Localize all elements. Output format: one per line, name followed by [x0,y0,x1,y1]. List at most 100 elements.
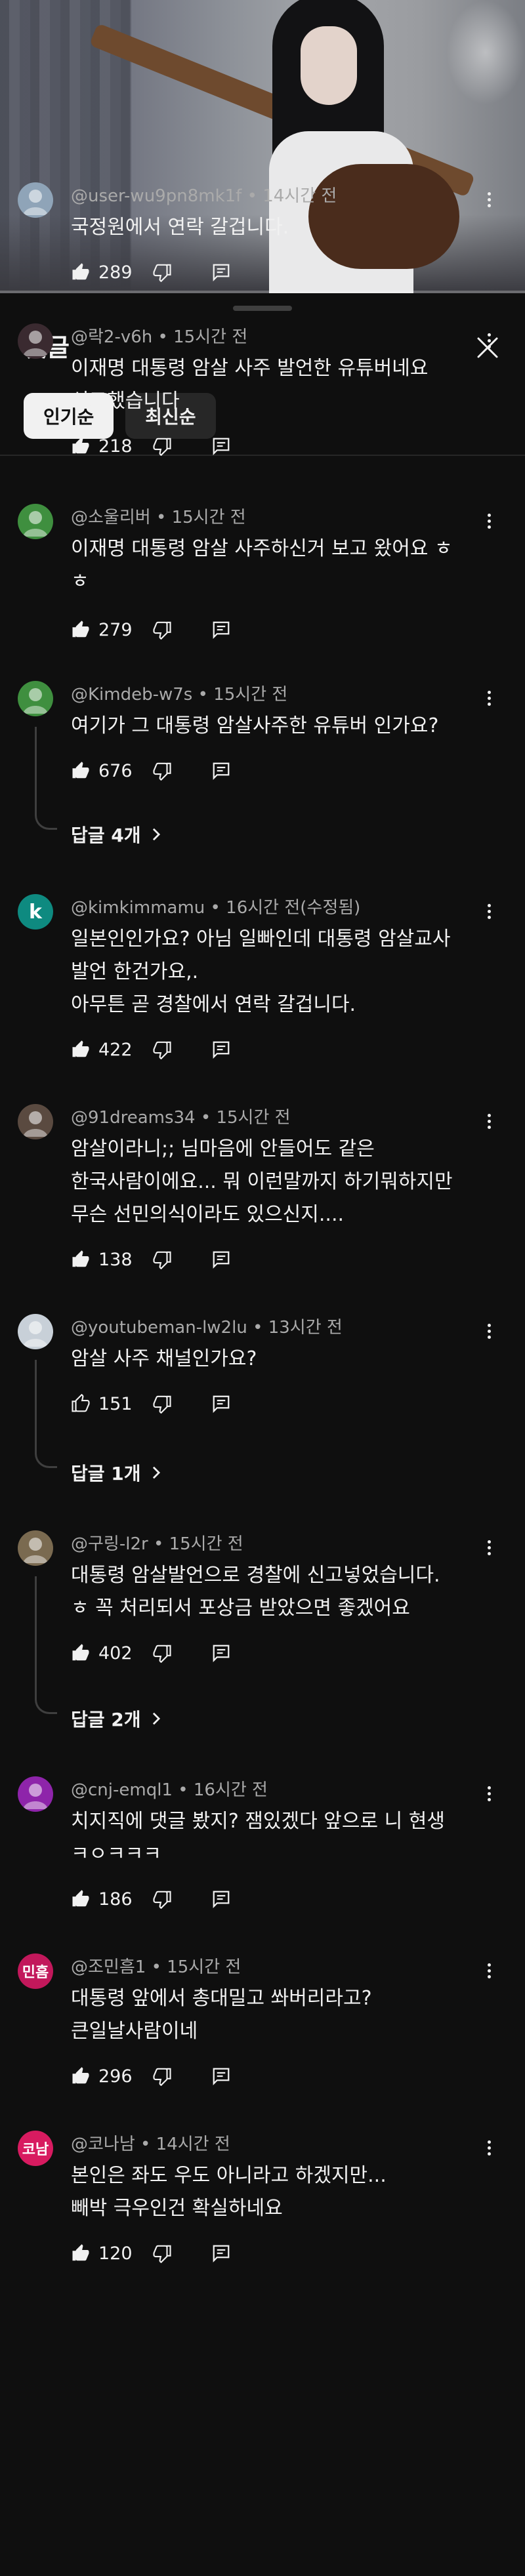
thumbs-down-icon[interactable] [152,761,172,781]
comment-author[interactable]: @youtubeman-lw2lu [71,1318,247,1338]
reply-icon[interactable] [211,2066,231,2086]
comment-avatar[interactable] [18,182,53,218]
more-options-button[interactable] [479,1108,499,1134]
comment-avatar[interactable] [18,1104,53,1139]
comment-author[interactable]: @소울리버 [71,508,151,527]
more-options-button[interactable] [479,1780,499,1807]
like-button[interactable]: 402 [71,1643,152,1664]
thumbs-down-icon[interactable] [152,2066,172,2086]
comment-author[interactable]: @구링-l2r [71,1534,148,1554]
more-options-button[interactable] [479,508,499,534]
reply-icon[interactable] [211,1250,231,1269]
reply-icon[interactable] [211,436,231,456]
comment-author[interactable]: @Kimdeb-w7s [71,685,192,705]
comment-text: 이재명 대통령 암살 사주하신거 보고 왔어요 ㅎ ㅎ [71,537,453,593]
reply-icon[interactable] [211,1643,231,1663]
thumbs-up-icon [71,1889,91,1909]
like-button[interactable]: 296 [71,2066,152,2087]
comment-author[interactable]: @91dreams34 [71,1108,196,1128]
thumbs-down-icon[interactable] [152,262,172,282]
like-button[interactable]: 289 [71,262,152,283]
comment-avatar[interactable] [18,323,53,359]
more-options-button[interactable] [479,186,499,213]
replies-label: 답글 4개 [71,825,141,846]
more-dot [487,1797,491,1801]
thumbs-down-icon[interactable] [152,2243,172,2263]
reply-icon[interactable] [211,761,231,781]
comment-avatar[interactable] [18,504,53,539]
meta-separator: • [172,1780,194,1800]
thread-curve [35,810,57,830]
video-player[interactable] [0,0,525,293]
more-options-button[interactable] [479,1318,499,1344]
comment-avatar[interactable] [18,681,53,716]
comment-author[interactable]: @조민흠1 [71,1957,146,1977]
comment-avatar[interactable] [18,1530,53,1566]
comment-time: 15시간 전 [173,327,248,347]
view-replies-button[interactable]: 답글 1개 [71,1460,162,1486]
like-button[interactable]: 186 [71,1889,152,1910]
thumbs-down-icon[interactable] [152,1394,172,1414]
more-dot [487,2140,491,2144]
thumbs-down-icon[interactable] [152,1643,172,1663]
thumbs-down-icon[interactable] [152,436,172,456]
comment-avatar[interactable] [18,1776,53,1812]
comment-meta: @youtubeman-lw2lu • 13시간 전 [71,1314,343,1338]
more-dot [487,1329,491,1333]
reply-icon[interactable] [211,1889,231,1909]
like-button[interactable]: 422 [71,1040,152,1060]
more-options-button[interactable] [479,327,499,354]
like-button[interactable]: 151 [71,1394,152,1414]
thumbs-down-icon[interactable] [152,1889,172,1909]
thumbs-down-icon[interactable] [152,1250,172,1269]
comment-meta: @구링-l2r • 15시간 전 [71,1530,243,1555]
comment-actions: 289 [71,258,231,287]
more-options-button[interactable] [479,898,499,924]
comment-time: 15시간 전 [213,685,288,705]
comment-time: 15시간 전 [167,1957,242,1977]
like-button[interactable]: 120 [71,2243,152,2264]
comment-avatar[interactable]: 코남 [18,2131,53,2166]
thumbs-down-icon[interactable] [152,620,172,640]
comment-time: 15시간 전 [216,1108,291,1128]
comment-author[interactable]: @락2-v6h [71,327,152,347]
comment-author[interactable]: @cnj-emql1 [71,1780,173,1800]
view-replies-button[interactable]: 답글 4개 [71,821,162,848]
thumbs-up-icon [71,1250,91,1269]
more-dot [487,338,491,342]
like-button[interactable]: 676 [71,761,152,781]
like-button[interactable]: 218 [71,436,152,457]
comment-avatar[interactable]: 민흠 [18,1953,53,1989]
more-dot [487,344,491,348]
comment-author[interactable]: @코나남 [71,2135,135,2154]
reply-icon[interactable] [211,1394,231,1414]
more-dot [487,696,491,700]
avatar-image [23,331,48,356]
thumbs-up-icon [71,2066,91,2086]
avatar-image [23,688,48,714]
more-options-button[interactable] [479,1534,499,1561]
comment-avatar[interactable]: k [18,894,53,930]
like-button[interactable]: 279 [71,620,152,640]
view-replies-button[interactable]: 답글 2개 [71,1706,162,1732]
drag-handle[interactable] [233,306,292,311]
reply-icon[interactable] [211,620,231,640]
thumbs-up-icon [71,620,91,640]
comment-author[interactable]: @user-wu9pn8mk1f [71,186,242,206]
more-dot [487,2146,491,2150]
like-button[interactable]: 138 [71,1250,152,1270]
reply-icon[interactable] [211,2243,231,2263]
reply-icon[interactable] [211,262,231,282]
like-count: 296 [98,2066,133,2087]
reply-icon[interactable] [211,1040,231,1059]
thumbs-down-icon[interactable] [152,1040,172,1059]
comment-time: 14시간 전 [156,2135,230,2154]
comment-avatar[interactable] [18,1314,53,1349]
more-options-button[interactable] [479,685,499,711]
more-options-button[interactable] [479,1957,499,1984]
more-options-button[interactable] [479,2135,499,2161]
like-count: 422 [98,1039,133,1060]
comment-author[interactable]: @kimkimmamu [71,898,205,918]
more-dot [487,1323,491,1327]
thread-curve [35,1694,57,1714]
